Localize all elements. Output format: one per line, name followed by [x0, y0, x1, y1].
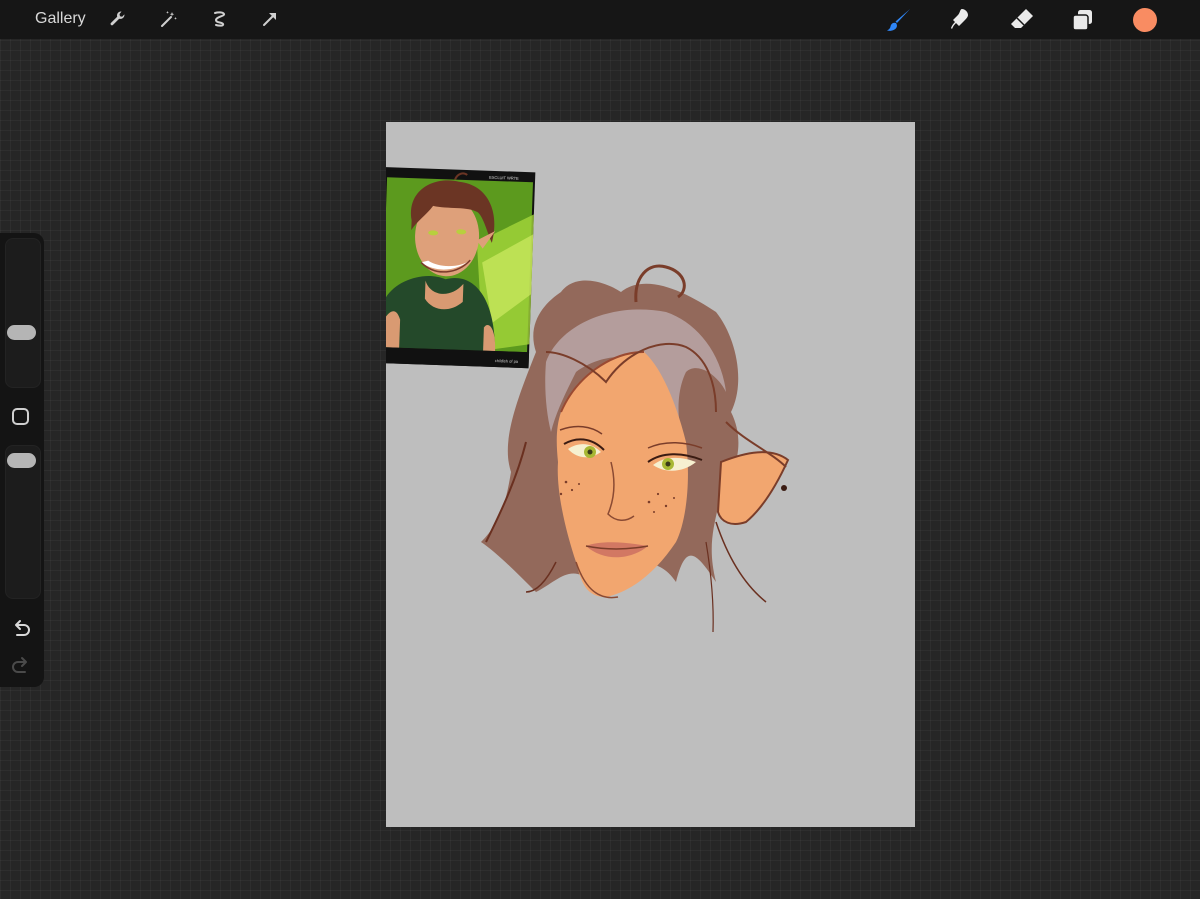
redo-icon[interactable] [9, 654, 33, 678]
brush-size-slider[interactable] [5, 238, 41, 388]
opacity-thumb[interactable] [7, 453, 36, 468]
artwork: childish of pa EXCLUIT WRTE [386, 167, 790, 633]
reference-header-text: EXCLUIT WRTE [489, 175, 519, 181]
gallery-button[interactable]: Gallery [35, 9, 86, 29]
transform-arrow-icon[interactable] [259, 8, 281, 30]
magic-wand-icon[interactable] [158, 8, 180, 30]
left-sidebar [0, 233, 44, 687]
reference-footer-text: childish of pa [495, 358, 519, 364]
selection-icon[interactable] [209, 8, 231, 30]
color-picker-button[interactable] [1133, 8, 1157, 32]
brush-icon[interactable] [885, 6, 913, 34]
drawing-canvas[interactable]: childish of pa EXCLUIT WRTE [386, 122, 915, 827]
eraser-icon[interactable] [1008, 6, 1036, 34]
smudge-icon[interactable] [946, 6, 974, 34]
undo-icon[interactable] [9, 617, 33, 641]
modify-button[interactable] [12, 408, 29, 425]
opacity-slider[interactable] [5, 445, 41, 599]
top-toolbar: Gallery [0, 0, 1200, 39]
layers-icon[interactable] [1069, 6, 1097, 34]
brush-size-thumb[interactable] [7, 325, 36, 340]
wrench-icon[interactable] [107, 8, 129, 30]
reference-image[interactable]: childish of pa EXCLUIT WRTE [386, 167, 536, 369]
